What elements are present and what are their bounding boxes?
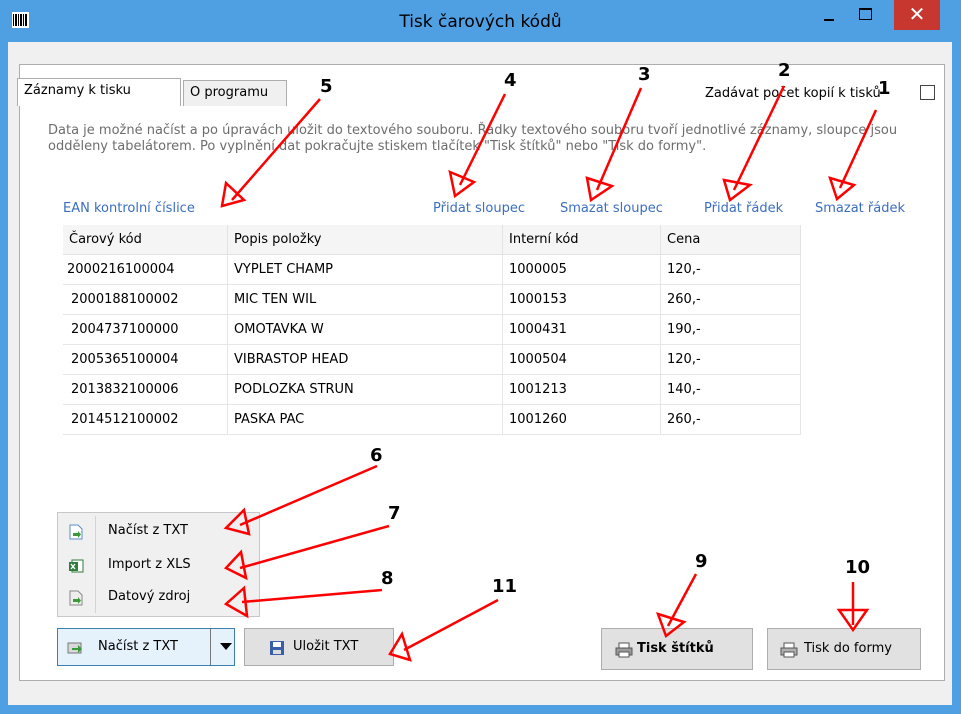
table-cell[interactable]: 2013832100006 (63, 374, 228, 405)
menu-item-datasource[interactable]: Datový zdroj (58, 582, 258, 614)
table-cell[interactable]: PASKA PAC (227, 404, 503, 435)
dropdown-arrow-button[interactable] (210, 629, 237, 665)
records-table[interactable]: Čarový kód Popis položky Interní kód Cen… (63, 225, 801, 435)
table-cell[interactable]: 1001260 (502, 404, 661, 435)
app-window: Tisk čarových kódů ✕ Záznamy k tisku O p… (0, 0, 961, 714)
printer-icon (615, 642, 633, 658)
table-cell[interactable]: 2004737100000 (63, 314, 228, 345)
table-cell[interactable]: OMOTAVKA W (227, 314, 503, 345)
table-row[interactable]: 2013832100006 PODLOZKA STRUN 1001213 140… (63, 374, 801, 405)
print-form-label: Tisk do formy (804, 641, 892, 656)
copies-option-label: Zadávat počet kopií k tisků (705, 86, 881, 101)
add-row-link[interactable]: Přidat řádek (704, 201, 783, 216)
column-header[interactable]: Interní kód (502, 225, 661, 255)
close-button[interactable]: ✕ (894, 0, 940, 30)
annotation-number: 5 (320, 76, 333, 97)
annotation-number: 1 (878, 78, 891, 99)
annotation-number: 2 (778, 60, 791, 81)
table-row[interactable]: 2000216100004 VYPLET CHAMP 1000005 120,- (63, 254, 801, 285)
datasource-icon (69, 590, 83, 606)
table-cell[interactable]: 2014512100002 (63, 404, 228, 435)
table-cell[interactable]: 190,- (660, 314, 801, 345)
save-txt-button[interactable]: Uložit TXT (244, 628, 394, 666)
info-text: Data je možné načíst a po úpravách uloži… (48, 123, 898, 154)
load-split-button[interactable]: Načíst z TXT (57, 628, 235, 666)
table-cell[interactable]: PODLOZKA STRUN (227, 374, 503, 405)
title-bar[interactable]: Tisk čarových kódů ✕ (0, 0, 961, 42)
tab-records[interactable]: Záznamy k tisku (17, 78, 181, 106)
table-cell[interactable]: 1000153 (502, 284, 661, 315)
annotation-number: 11 (492, 576, 518, 597)
close-icon: ✕ (908, 2, 926, 26)
chevron-down-icon (220, 643, 232, 650)
table-header-row: Čarový kód Popis položky Interní kód Cen… (63, 225, 801, 255)
maximize-icon (859, 8, 872, 20)
save-button-label: Uložit TXT (293, 639, 359, 654)
excel-icon (69, 559, 84, 573)
table-cell[interactable]: MIC TEN WIL (227, 284, 503, 315)
add-column-link[interactable]: Přidat sloupec (433, 201, 525, 216)
menu-item-label: Import z XLS (108, 557, 191, 572)
column-header[interactable]: Čarový kód (63, 225, 228, 255)
tab-about[interactable]: O programu (183, 80, 287, 106)
table-row[interactable]: 2004737100000 OMOTAVKA W 1000431 190,- (63, 314, 801, 345)
table-cell[interactable]: 2005365100004 (63, 344, 228, 375)
column-header[interactable]: Popis položky (227, 225, 503, 255)
menu-item-import-xls[interactable]: Import z XLS (58, 550, 258, 582)
menu-item-label: Načíst z TXT (108, 523, 188, 538)
print-form-button[interactable]: Tisk do formy (767, 628, 921, 670)
print-labels-button[interactable]: Tisk štítků (601, 628, 753, 670)
table-cell[interactable]: VYPLET CHAMP (227, 254, 503, 285)
load-icon (67, 642, 82, 654)
table-cell[interactable]: 140,- (660, 374, 801, 405)
table-cell[interactable]: 2000188100002 (63, 284, 228, 315)
annotation-number: 9 (695, 551, 708, 572)
menu-item-load-txt[interactable]: Načíst z TXT (58, 516, 258, 548)
save-icon (270, 641, 284, 655)
table-cell[interactable]: 1000504 (502, 344, 661, 375)
txt-load-icon (69, 524, 83, 540)
table-cell[interactable]: 120,- (660, 344, 801, 375)
table-cell[interactable]: 2000216100004 (63, 254, 228, 285)
column-header[interactable]: Cena (660, 225, 801, 255)
table-row[interactable]: 2000188100002 MIC TEN WIL 1000153 260,- (63, 284, 801, 315)
copies-checkbox[interactable] (920, 85, 935, 100)
table-cell[interactable]: 1000005 (502, 254, 661, 285)
delete-column-link[interactable]: Smazat sloupec (560, 201, 663, 216)
table-row[interactable]: 2005365100004 VIBRASTOP HEAD 1000504 120… (63, 344, 801, 375)
load-button-label: Načíst z TXT (98, 639, 178, 654)
delete-row-link[interactable]: Smazat řádek (815, 201, 905, 216)
maximize-button[interactable] (847, 0, 883, 30)
form-printer-icon (780, 642, 798, 658)
annotation-number: 4 (504, 70, 517, 91)
minimize-button[interactable] (811, 0, 847, 30)
annotation-number: 7 (388, 503, 401, 524)
minimize-icon (824, 19, 834, 21)
print-labels-label: Tisk štítků (637, 641, 714, 656)
table-cell[interactable]: 260,- (660, 404, 801, 435)
annotation-number: 6 (370, 445, 383, 466)
table-cell[interactable]: 1000431 (502, 314, 661, 345)
annotation-number: 8 (381, 568, 394, 589)
table-cell[interactable]: 1001213 (502, 374, 661, 405)
annotation-number: 10 (845, 557, 871, 578)
table-row[interactable]: 2014512100002 PASKA PAC 1001260 260,- (63, 404, 801, 435)
menu-item-label: Datový zdroj (108, 589, 191, 604)
load-dropdown-menu: Načíst z TXT Import z XLS Datový zdroj (57, 512, 260, 617)
table-cell[interactable]: 120,- (660, 254, 801, 285)
annotation-number: 3 (638, 64, 651, 85)
table-cell[interactable]: 260,- (660, 284, 801, 315)
table-cell[interactable]: VIBRASTOP HEAD (227, 344, 503, 375)
ean-check-link[interactable]: EAN kontrolní číslice (63, 201, 195, 216)
